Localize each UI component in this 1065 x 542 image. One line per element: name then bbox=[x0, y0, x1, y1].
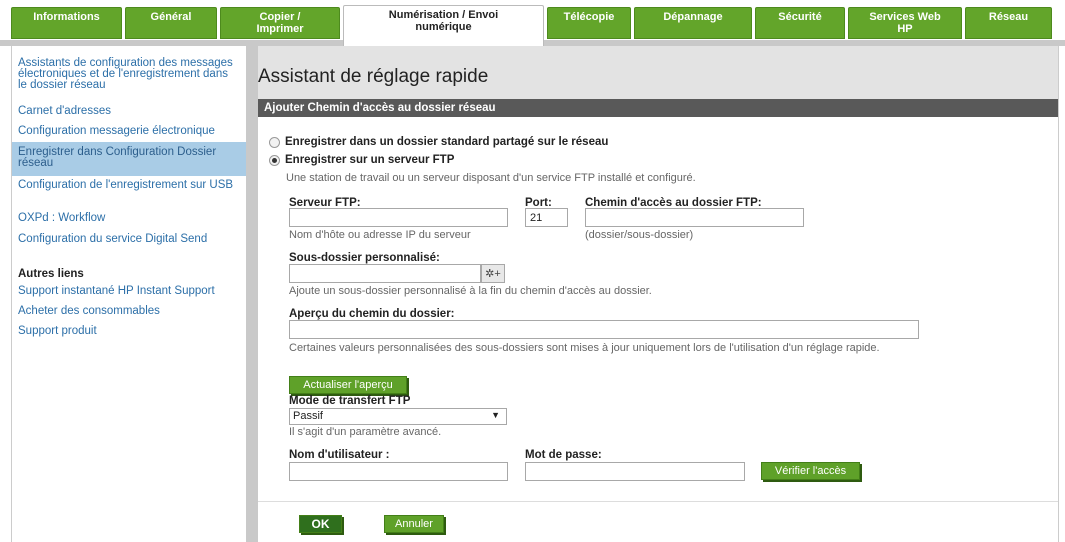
radio-standard-folder[interactable] bbox=[269, 136, 280, 148]
other-links-heading: Autres liens bbox=[18, 268, 84, 280]
link-buy-supplies[interactable]: Acheter des consommables bbox=[18, 305, 240, 317]
link-hp-instant-support[interactable]: Support instantané HP Instant Support bbox=[18, 285, 240, 297]
preview-hint: Certaines valeurs personnalisées des sou… bbox=[289, 342, 880, 354]
username-input[interactable] bbox=[289, 462, 508, 481]
tab-troubleshooting[interactable]: Dépannage bbox=[634, 7, 752, 39]
ftp-description: Une station de travail ou un serveur dis… bbox=[286, 172, 696, 184]
sidebar-item-email-folder-wizards[interactable]: Assistants de configuration des messages… bbox=[18, 57, 240, 91]
tab-scan-digital-send[interactable]: Numérisation / Envoi numérique bbox=[343, 5, 544, 46]
sidebar-item-save-to-usb[interactable]: Configuration de l'enregistrement sur US… bbox=[18, 179, 240, 191]
radio-standard-folder-row[interactable]: Enregistrer dans un dossier standard par… bbox=[269, 136, 608, 148]
port-input[interactable] bbox=[525, 208, 568, 227]
section-header: Ajouter Chemin d'accès au dossier réseau bbox=[258, 99, 1059, 117]
sidebar-item-email-setup[interactable]: Configuration messagerie électronique bbox=[18, 125, 240, 137]
link-product-support[interactable]: Support produit bbox=[18, 325, 240, 337]
sidebar-item-save-to-network-folder[interactable]: Enregistrer dans Configuration Dossier r… bbox=[12, 142, 246, 176]
transfer-mode-label: Mode de transfert FTP bbox=[289, 395, 411, 407]
top-tab-bar: Informations Général Copier / Imprimer N… bbox=[0, 0, 1065, 46]
tab-security[interactable]: Sécurité bbox=[755, 7, 845, 39]
password-input[interactable] bbox=[525, 462, 745, 481]
preview-label: Aperçu du chemin du dossier: bbox=[289, 308, 455, 320]
tab-network[interactable]: Réseau bbox=[965, 7, 1052, 39]
sidebar: Assistants de configuration des messages… bbox=[11, 46, 258, 542]
cancel-button[interactable]: Annuler bbox=[384, 515, 444, 533]
main-content: Assistant de réglage rapide Ajouter Chem… bbox=[257, 46, 1059, 542]
refresh-preview-button[interactable]: Actualiser l'aperçu bbox=[289, 376, 407, 394]
transfer-mode-select[interactable]: Passif ▼ bbox=[289, 408, 507, 425]
transfer-mode-hint: Il s'agit d'un paramètre avancé. bbox=[289, 426, 442, 438]
sidebar-item-address-book[interactable]: Carnet d'adresses bbox=[18, 105, 240, 117]
subfolder-input[interactable] bbox=[289, 264, 481, 283]
right-border bbox=[1058, 46, 1059, 542]
tab-fax[interactable]: Télécopie bbox=[547, 7, 631, 39]
ftp-server-hint: Nom d'hôte ou adresse IP du serveur bbox=[289, 229, 471, 241]
username-label: Nom d'utilisateur : bbox=[289, 449, 390, 461]
title-area: Assistant de réglage rapide bbox=[258, 46, 1059, 99]
chevron-down-icon: ▼ bbox=[491, 410, 500, 420]
tab-informations[interactable]: Informations bbox=[11, 7, 122, 39]
password-label: Mot de passe: bbox=[525, 449, 602, 461]
verify-access-button[interactable]: Vérifier l'accès bbox=[761, 462, 860, 480]
radio-ftp-row[interactable]: Enregistrer sur un serveur FTP bbox=[269, 154, 454, 166]
sidebar-item-oxpd-workflow[interactable]: OXPd : Workflow bbox=[18, 212, 240, 224]
ok-button[interactable]: OK bbox=[299, 515, 342, 533]
ftp-server-input[interactable] bbox=[289, 208, 508, 227]
radio-standard-folder-label: Enregistrer dans un dossier standard par… bbox=[285, 136, 609, 148]
sidebar-item-digital-send-service[interactable]: Configuration du service Digital Send bbox=[18, 233, 240, 245]
ftp-path-hint: (dossier/sous-dossier) bbox=[585, 229, 694, 241]
page-title: Assistant de réglage rapide bbox=[258, 66, 489, 87]
ftp-path-input[interactable] bbox=[585, 208, 804, 227]
gear-plus-icon: ✲+ bbox=[485, 268, 501, 280]
subfolder-label: Sous-dossier personnalisé: bbox=[289, 252, 440, 264]
radio-ftp-server[interactable] bbox=[269, 154, 280, 166]
subfolder-hint: Ajoute un sous-dossier personnalisé à la… bbox=[289, 285, 652, 297]
tab-copy-print[interactable]: Copier / Imprimer bbox=[220, 7, 340, 39]
transfer-mode-value: Passif bbox=[293, 410, 323, 422]
bottom-separator bbox=[258, 501, 1059, 502]
subfolder-picker-button[interactable]: ✲+ bbox=[481, 264, 505, 283]
tab-general[interactable]: Général bbox=[125, 7, 217, 39]
tab-hp-web-services[interactable]: Services Web HP bbox=[848, 7, 962, 39]
radio-ftp-label: Enregistrer sur un serveur FTP bbox=[285, 154, 455, 166]
preview-input bbox=[289, 320, 919, 339]
